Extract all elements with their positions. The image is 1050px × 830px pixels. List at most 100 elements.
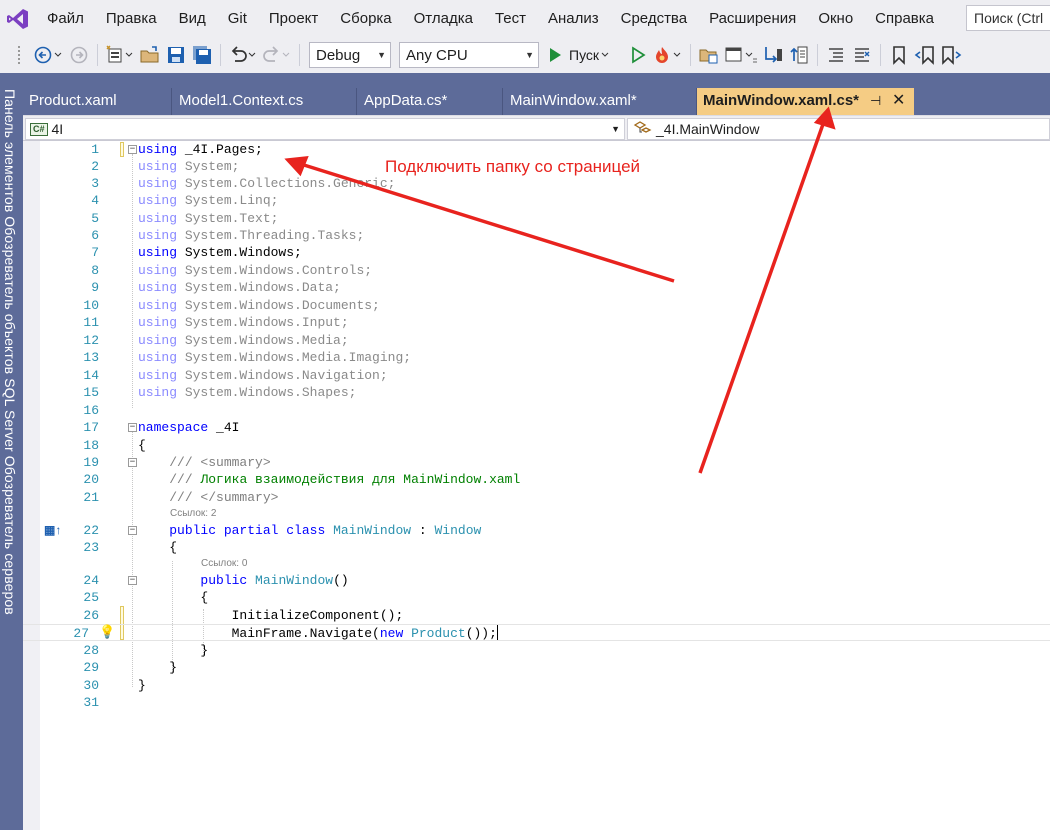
step-out-icon[interactable] bbox=[788, 41, 810, 69]
code-line[interactable]: 7 using System.Windows; bbox=[23, 244, 1050, 261]
line-number: 8 bbox=[91, 263, 99, 278]
solution-platform-select[interactable]: Any CPU ▼ bbox=[399, 42, 539, 68]
code-line[interactable]: 17 − namespace _4I bbox=[23, 419, 1050, 436]
solution-explorer-icon[interactable] bbox=[698, 41, 720, 69]
menu-file[interactable]: Файл bbox=[36, 0, 95, 37]
solution-configuration-value: Debug bbox=[316, 46, 361, 64]
code-line[interactable]: 28 } bbox=[23, 642, 1050, 659]
type-dropdown[interactable]: _4I.MainWindow bbox=[627, 118, 1050, 140]
menu-bar: Файл Правка Вид Git Проект Сборка Отладк… bbox=[0, 0, 1050, 37]
codelens-references[interactable]: Ссылок: 2 bbox=[170, 508, 216, 520]
menu-window[interactable]: Окно bbox=[807, 0, 864, 37]
code-line[interactable]: ▦↑ 22 − public partial class MainWindow … bbox=[23, 522, 1050, 539]
navigate-back-icon[interactable] bbox=[34, 41, 64, 69]
menu-project[interactable]: Проект bbox=[258, 0, 329, 37]
code-line[interactable]: 10 using System.Windows.Documents; bbox=[23, 297, 1050, 314]
menu-extensions[interactable]: Расширения bbox=[698, 0, 807, 37]
hot-reload-icon[interactable] bbox=[653, 41, 683, 69]
next-bookmark-icon[interactable] bbox=[940, 41, 962, 69]
keyword: using bbox=[138, 193, 178, 208]
chevron-down-icon: ▼ bbox=[525, 50, 534, 60]
step-into-icon[interactable] bbox=[762, 41, 784, 69]
document-tab-strip: Product.xaml Model1.Context.cs AppData.c… bbox=[23, 87, 1050, 115]
code-line[interactable]: 12 using System.Windows.Media; bbox=[23, 332, 1050, 349]
menu-tools[interactable]: Средства bbox=[610, 0, 698, 37]
start-without-debugging-icon[interactable] bbox=[627, 41, 649, 69]
menu-git[interactable]: Git bbox=[217, 0, 258, 37]
code-line[interactable]: 15 using System.Windows.Shapes; bbox=[23, 384, 1050, 401]
code-line[interactable]: 5 using System.Text; bbox=[23, 210, 1050, 227]
code-line[interactable]: 20 /// Логика взаимодействия для MainWin… bbox=[23, 471, 1050, 488]
code-line[interactable]: 13 using System.Windows.Media.Imaging; bbox=[23, 349, 1050, 366]
menu-test[interactable]: Тест bbox=[484, 0, 537, 37]
save-icon[interactable] bbox=[165, 41, 187, 69]
code-line[interactable]: 4 using System.Linq; bbox=[23, 192, 1050, 209]
menu-build[interactable]: Сборка bbox=[329, 0, 402, 37]
navigate-forward-icon[interactable] bbox=[68, 41, 90, 69]
collapse-icon[interactable]: − bbox=[128, 145, 137, 154]
tab-model1-context-cs[interactable]: Model1.Context.cs bbox=[173, 88, 357, 115]
close-icon[interactable]: ✕ bbox=[892, 88, 905, 114]
side-panel-tabs-label[interactable]: Панель элементов Обозреватель объектов S… bbox=[2, 89, 18, 615]
menu-analyze[interactable]: Анализ bbox=[537, 0, 610, 37]
code-line[interactable]: 24 − public MainWindow() bbox=[23, 572, 1050, 589]
open-file-icon[interactable] bbox=[139, 41, 161, 69]
tab-mainwindow-xaml[interactable]: MainWindow.xaml* bbox=[504, 88, 697, 115]
line-number: 26 bbox=[83, 608, 99, 623]
code-line[interactable]: 29 } bbox=[23, 659, 1050, 676]
code-line[interactable]: 1 − using _4I.Pages; bbox=[23, 141, 1050, 158]
previous-bookmark-icon[interactable] bbox=[914, 41, 936, 69]
solution-configuration-select[interactable]: Debug ▼ bbox=[309, 42, 391, 68]
visual-studio-logo-icon[interactable] bbox=[0, 0, 36, 37]
code-line[interactable]: 14 using System.Windows.Navigation; bbox=[23, 367, 1050, 384]
current-code-line[interactable]: 💡 27 MainFrame.Navigate(new Product()); bbox=[23, 624, 1050, 641]
search-input[interactable]: Поиск (Ctrl bbox=[966, 5, 1050, 31]
code-line[interactable]: 16 bbox=[23, 402, 1050, 419]
tab-product-xaml[interactable]: Product.xaml bbox=[23, 88, 172, 115]
tab-mainwindow-xaml-cs[interactable]: MainWindow.xaml.cs* ⊣ ✕ bbox=[697, 88, 914, 115]
code-line[interactable]: 21 /// </summary> bbox=[23, 489, 1050, 506]
collapse-icon[interactable]: − bbox=[128, 458, 137, 467]
code-line[interactable]: 3 using System.Collections.Generic; bbox=[23, 175, 1050, 192]
toolbar-grip-icon[interactable] bbox=[8, 41, 30, 69]
menu-view[interactable]: Вид bbox=[168, 0, 217, 37]
menu-help[interactable]: Справка bbox=[864, 0, 945, 37]
tab-appdata-cs[interactable]: AppData.cs* bbox=[358, 88, 503, 115]
menu-edit[interactable]: Правка bbox=[95, 0, 168, 37]
save-all-icon[interactable] bbox=[191, 41, 213, 69]
code-line[interactable]: 23 { bbox=[23, 539, 1050, 556]
code-line[interactable]: 9 using System.Windows.Data; bbox=[23, 279, 1050, 296]
toolbar-separator bbox=[220, 44, 221, 66]
code-line[interactable]: 30} bbox=[23, 677, 1050, 694]
code-text: ()); bbox=[465, 626, 497, 641]
codelens-references[interactable]: Ссылок: 0 bbox=[201, 558, 247, 570]
pin-icon[interactable]: ⊣ bbox=[870, 88, 881, 114]
new-project-icon[interactable] bbox=[105, 41, 135, 69]
line-number: 11 bbox=[83, 315, 99, 330]
side-panel-rail[interactable]: Панель элементов Обозреватель объектов S… bbox=[0, 87, 23, 830]
code-line[interactable]: 18 { bbox=[23, 437, 1050, 454]
code-editor[interactable]: 1 − using _4I.Pages; 2 using System; 3 usi… bbox=[23, 141, 1050, 830]
code-line[interactable]: 31 bbox=[23, 694, 1050, 711]
undo-icon[interactable] bbox=[228, 41, 258, 69]
code-line[interactable]: 8 using System.Windows.Controls; bbox=[23, 262, 1050, 279]
comment-lines-icon[interactable] bbox=[825, 41, 847, 69]
collapse-icon[interactable]: − bbox=[128, 526, 137, 535]
collapse-icon[interactable]: − bbox=[128, 576, 137, 585]
redo-icon[interactable] bbox=[262, 41, 292, 69]
bookmark-icon[interactable] bbox=[888, 41, 910, 69]
code-line[interactable]: 19 − /// <summary> bbox=[23, 454, 1050, 471]
code-map-icon[interactable]: ▦↑ bbox=[44, 523, 61, 537]
toolbar-separator bbox=[817, 44, 818, 66]
window-layout-icon[interactable] bbox=[724, 41, 758, 69]
code-line[interactable]: 26 InitializeComponent(); bbox=[23, 607, 1050, 624]
lightbulb-icon[interactable]: 💡 bbox=[99, 624, 115, 640]
uncomment-lines-icon[interactable] bbox=[851, 41, 873, 69]
code-line[interactable]: 25 { bbox=[23, 589, 1050, 606]
project-dropdown[interactable]: C# 4I ▼ bbox=[25, 118, 625, 140]
start-debugging-button[interactable]: Пуск bbox=[545, 41, 623, 69]
code-line[interactable]: 6 using System.Threading.Tasks; bbox=[23, 227, 1050, 244]
code-line[interactable]: 11 using System.Windows.Input; bbox=[23, 314, 1050, 331]
collapse-icon[interactable]: − bbox=[128, 423, 137, 432]
menu-debug[interactable]: Отладка bbox=[403, 0, 484, 37]
